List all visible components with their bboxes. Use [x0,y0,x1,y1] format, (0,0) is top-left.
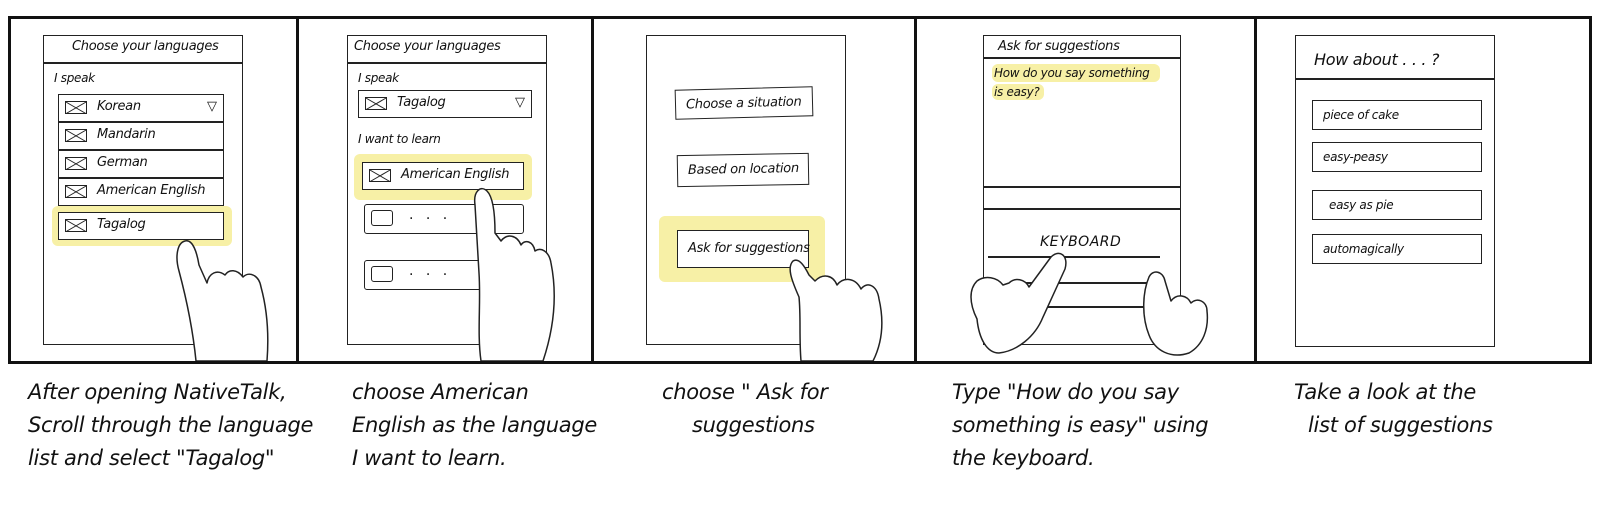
pointing-hand-icon [789,259,883,361]
panel-caption: choose " Ask for suggestions [662,376,828,442]
caption-line: list and select "Tagalog" [28,446,275,470]
caption-line: Take a look at the [1294,380,1477,404]
caption-line: something is easy" using [952,413,1209,437]
panel-caption: Take a look at the list of suggestions [1294,376,1493,442]
panel-caption: choose American English as the language … [352,376,597,475]
panel-caption: After opening NativeTalk, Scroll through… [28,376,313,475]
hand-sketches [176,187,1209,361]
caption-line: list of suggestions [1308,413,1493,437]
caption-line: Type "How do you say [952,380,1179,404]
caption-line: I want to learn. [352,446,507,470]
typing-hand-icon [1143,271,1209,356]
caption-line: choose American [352,380,529,404]
panel-caption: Type "How do you say something is easy" … [952,376,1209,475]
caption-line: the keyboard. [952,446,1095,470]
caption-line: suggestions [692,413,815,437]
caption-line: choose " Ask for [662,380,828,404]
caption-line: Scroll through the language [28,413,314,437]
caption-line: English as the language [352,413,597,437]
storyboard-strip: Choose your languages I speak Korean ▽ Ma… [8,16,1592,364]
typing-hand-icon [970,252,1067,354]
pointing-hand-icon [473,187,556,361]
pointing-hand-icon [176,240,269,361]
caption-line: After opening NativeTalk, [28,380,287,404]
